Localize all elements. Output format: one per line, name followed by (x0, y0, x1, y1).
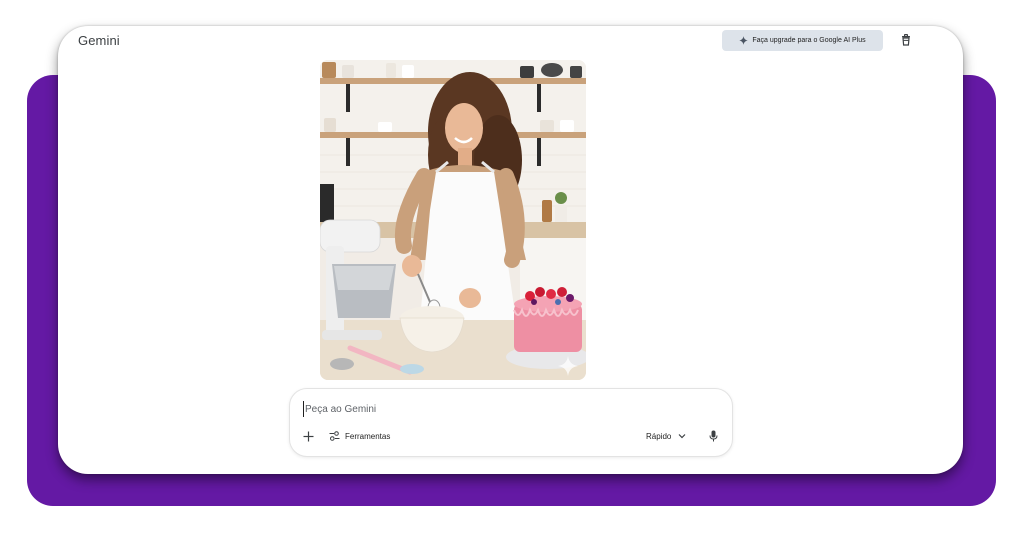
upgrade-label: Faça upgrade para o Google AI Plus (752, 37, 866, 44)
generated-image[interactable] (320, 60, 586, 380)
microphone-button[interactable] (706, 429, 720, 443)
app-title: Gemini (78, 33, 120, 48)
delete-button[interactable] (898, 32, 914, 48)
add-attachment-button[interactable] (301, 429, 315, 443)
chevron-down-icon (678, 434, 686, 439)
tools-label: Ferramentas (345, 431, 391, 441)
trash-icon (902, 34, 910, 46)
tools-icon (329, 431, 340, 441)
prompt-input[interactable] (303, 401, 705, 417)
mic-icon (709, 430, 717, 442)
stage: Gemini Faça upgrade para o Google AI Plu… (0, 0, 1024, 536)
baking-scene-illustration (320, 60, 586, 380)
tools-button[interactable]: Ferramentas (329, 429, 390, 443)
prompt-box: Ferramentas Rápido (289, 388, 733, 457)
plus-icon (303, 431, 313, 441)
sparkle-icon (739, 36, 749, 45)
mode-label: Rápido (646, 431, 672, 441)
mode-selector[interactable]: Rápido (646, 429, 686, 443)
gemini-window: Gemini Faça upgrade para o Google AI Plu… (58, 26, 963, 474)
upgrade-button[interactable]: Faça upgrade para o Google AI Plus (722, 30, 883, 51)
